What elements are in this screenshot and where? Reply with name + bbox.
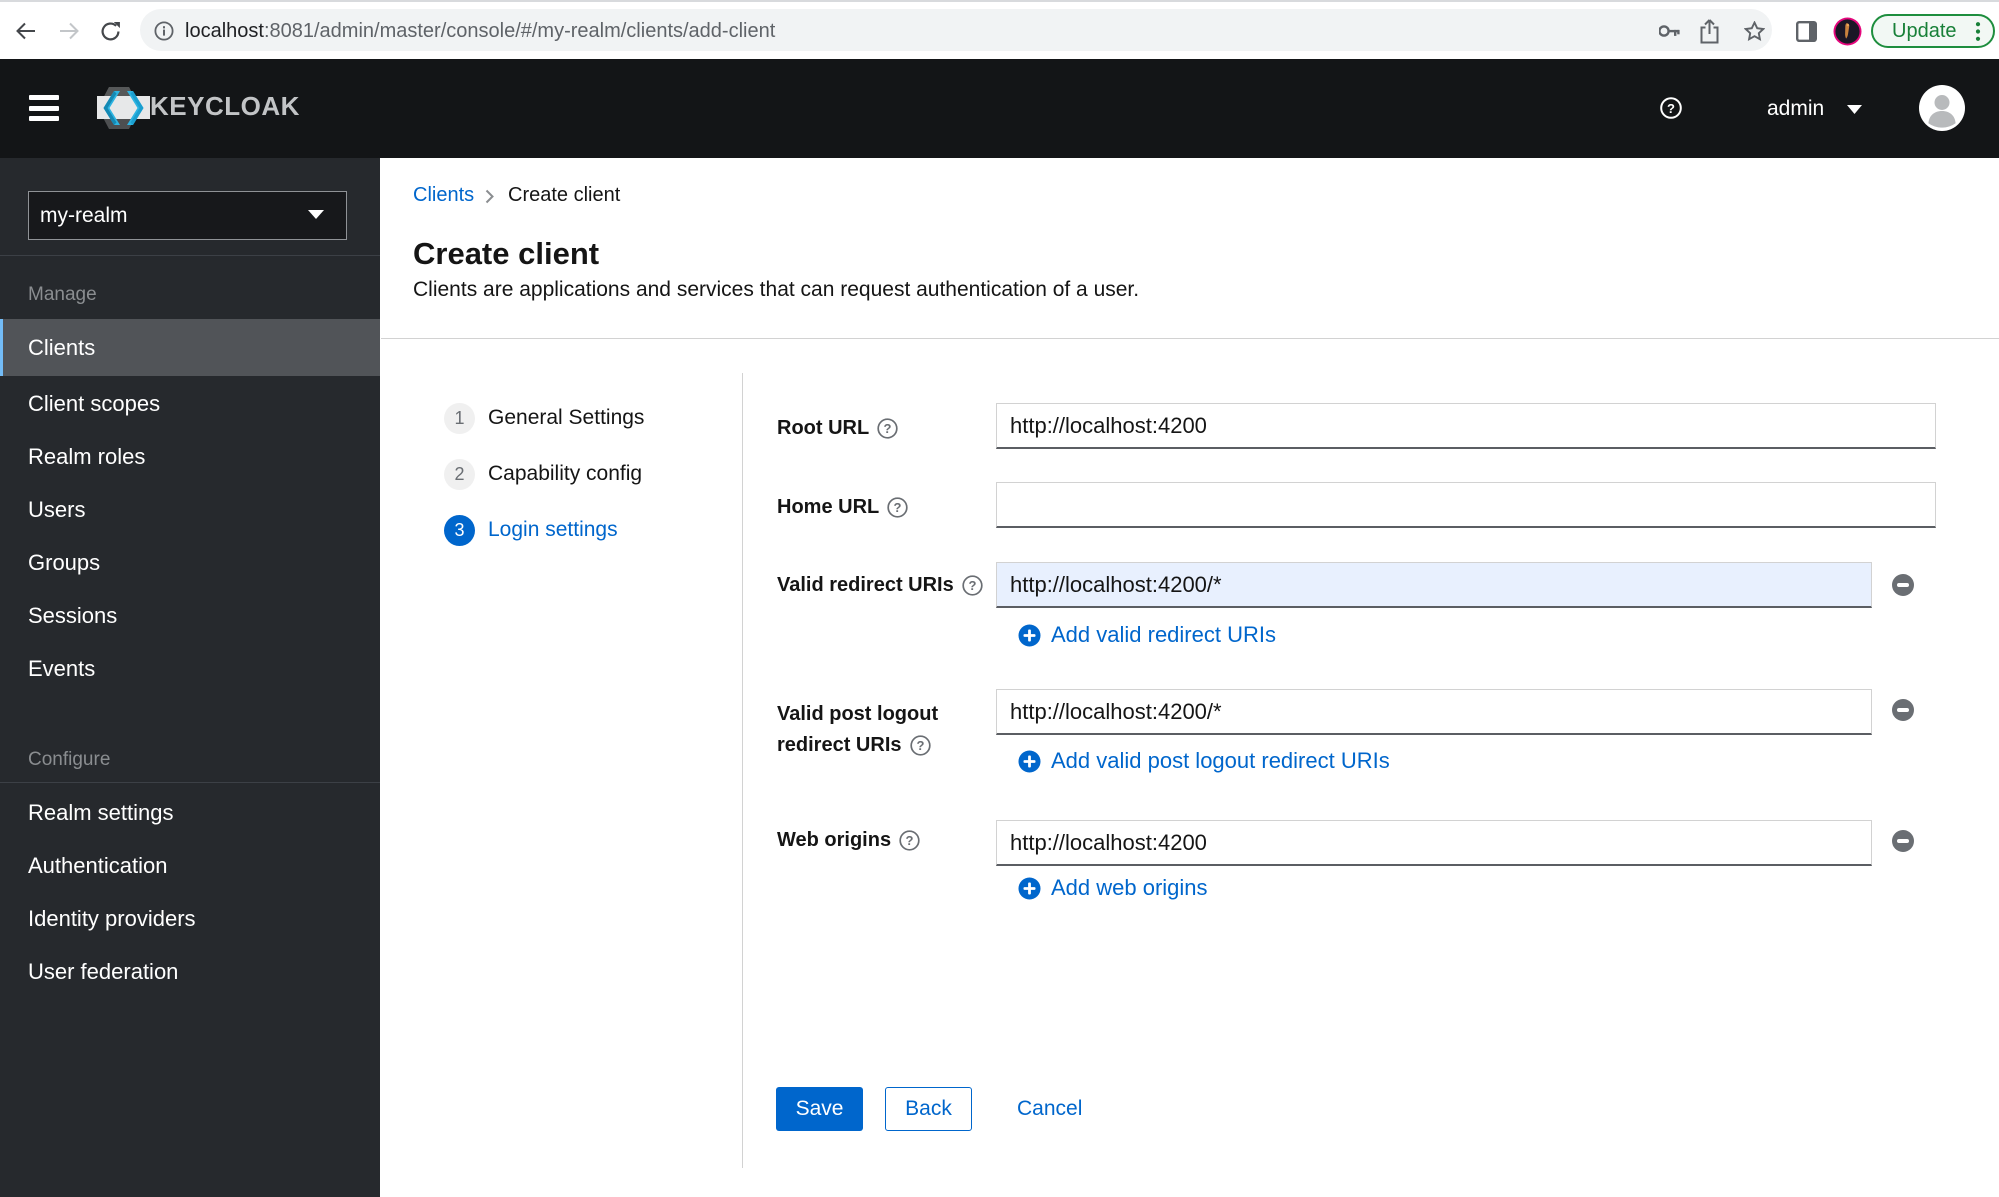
- svg-text:?: ?: [916, 738, 924, 753]
- svg-text:?: ?: [906, 833, 914, 848]
- svg-text:?: ?: [884, 421, 892, 436]
- svg-text:?: ?: [894, 500, 902, 515]
- svg-text:?: ?: [968, 578, 976, 593]
- svg-text:?: ?: [1667, 101, 1675, 116]
